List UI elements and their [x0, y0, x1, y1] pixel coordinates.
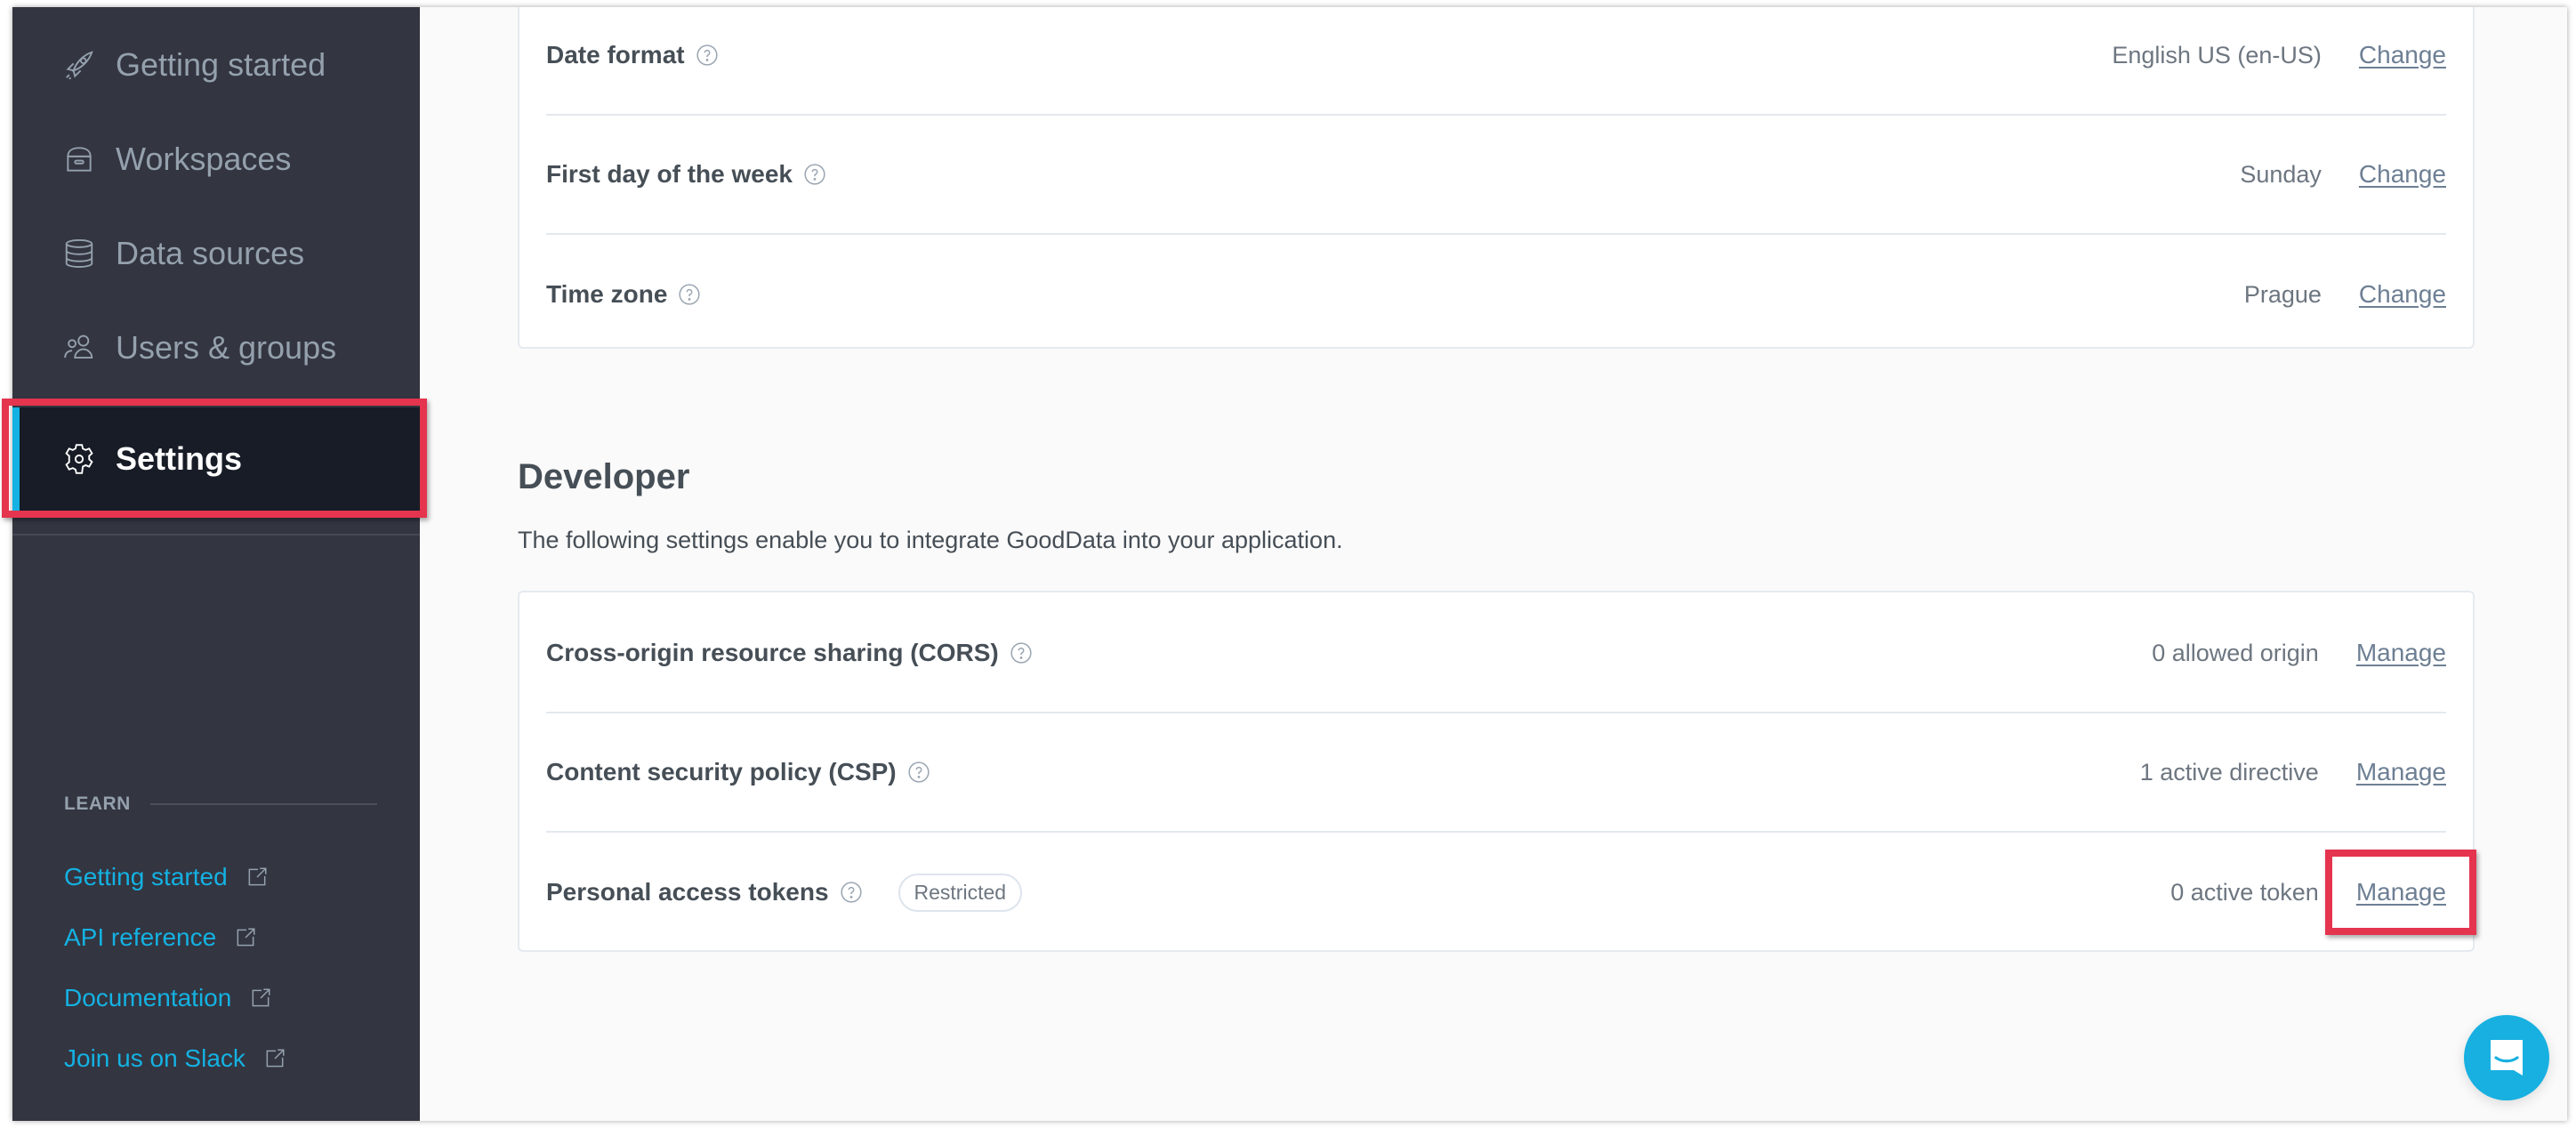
learn-section-header: LEARN [64, 794, 377, 815]
setting-label: Content security policy (CSP) [546, 758, 897, 786]
setting-row-first-day-of-week: First day of the week Sunday Change [546, 116, 2446, 235]
users-icon [62, 331, 96, 365]
rocket-icon [62, 48, 96, 82]
setting-value: Prague [2243, 280, 2322, 308]
restricted-badge: Restricted [898, 873, 1023, 912]
learn-link-label: API reference [64, 923, 217, 951]
setting-label: First day of the week [546, 160, 793, 188]
setting-value: 0 active token [2170, 878, 2319, 906]
sidebar-item-label: Getting started [116, 46, 326, 83]
setting-label: Time zone [546, 280, 668, 308]
gear-icon [62, 442, 96, 476]
sidebar-item-label: Data sources [116, 235, 305, 271]
setting-label: Cross-origin resource sharing (CORS) [546, 639, 999, 666]
setting-row-csp: Content security policy (CSP) 1 active d… [546, 713, 2446, 833]
setting-row-time-zone: Time zone Prague Change [546, 235, 2446, 354]
developer-settings-card: Cross-origin resource sharing (CORS) 0 a… [518, 591, 2475, 952]
app-window: Getting started Workspaces Data sources [12, 7, 2567, 1121]
localization-settings-card: Date format English US (en-US) Change Fi… [518, 7, 2475, 349]
developer-section-title: Developer [518, 457, 690, 496]
learn-link-slack[interactable]: Join us on Slack [64, 1044, 286, 1073]
setting-value: 0 allowed origin [2152, 639, 2319, 666]
learn-link-label: Getting started [64, 863, 228, 890]
setting-value: English US (en-US) [2112, 41, 2322, 68]
setting-row-personal-access-tokens: Personal access tokens Restricted 0 acti… [546, 833, 2446, 952]
setting-label: Personal access tokens [546, 878, 829, 906]
setting-row-date-format: Date format English US (en-US) Change [546, 7, 2446, 116]
learn-heading: LEARN [64, 794, 131, 814]
sidebar-item-data-sources[interactable]: Data sources [12, 206, 420, 301]
external-link-icon [234, 926, 257, 949]
sidebar-divider [12, 534, 420, 536]
sidebar-item-getting-started[interactable]: Getting started [12, 18, 420, 112]
change-date-format-link[interactable]: Change [2359, 41, 2446, 69]
sidebar-item-users-groups[interactable]: Users & groups [12, 301, 420, 395]
archive-box-icon [62, 142, 96, 176]
setting-label: Date format [546, 41, 685, 68]
change-time-zone-link[interactable]: Change [2359, 280, 2446, 309]
developer-section-description: The following settings enable you to int… [518, 527, 1343, 553]
learn-link-api-reference[interactable]: API reference [64, 923, 257, 952]
help-icon[interactable] [678, 283, 701, 306]
external-link-icon [246, 866, 269, 889]
manage-cors-link[interactable]: Manage [2356, 639, 2446, 667]
learn-divider [149, 803, 377, 805]
database-icon [62, 237, 96, 270]
change-first-day-link[interactable]: Change [2359, 160, 2446, 189]
setting-value: Sunday [2240, 160, 2322, 188]
help-icon[interactable] [1010, 641, 1033, 665]
sidebar: Getting started Workspaces Data sources [12, 7, 420, 1121]
learn-link-label: Documentation [64, 984, 232, 1011]
help-icon[interactable] [696, 44, 719, 67]
chat-bubble-icon [2491, 1040, 2523, 1076]
external-link-icon [263, 1047, 286, 1070]
learn-link-label: Join us on Slack [64, 1044, 246, 1072]
sidebar-item-workspaces[interactable]: Workspaces [12, 112, 420, 206]
help-icon[interactable] [907, 761, 930, 784]
sidebar-item-label: Users & groups [116, 329, 337, 366]
manage-csp-link[interactable]: Manage [2356, 758, 2446, 786]
help-icon[interactable] [840, 881, 863, 904]
help-icon[interactable] [803, 163, 826, 186]
sidebar-item-settings[interactable]: Settings [12, 407, 420, 511]
manage-tokens-link[interactable]: Manage [2356, 878, 2446, 906]
sidebar-item-label: Settings [116, 440, 243, 477]
learn-link-getting-started[interactable]: Getting started [64, 863, 269, 891]
chat-button[interactable] [2464, 1015, 2549, 1100]
sidebar-item-label: Workspaces [116, 141, 292, 177]
setting-row-cors: Cross-origin resource sharing (CORS) 0 a… [546, 594, 2446, 713]
learn-link-documentation[interactable]: Documentation [64, 984, 272, 1012]
external-link-icon [249, 987, 272, 1010]
setting-value: 1 active directive [2139, 758, 2319, 786]
